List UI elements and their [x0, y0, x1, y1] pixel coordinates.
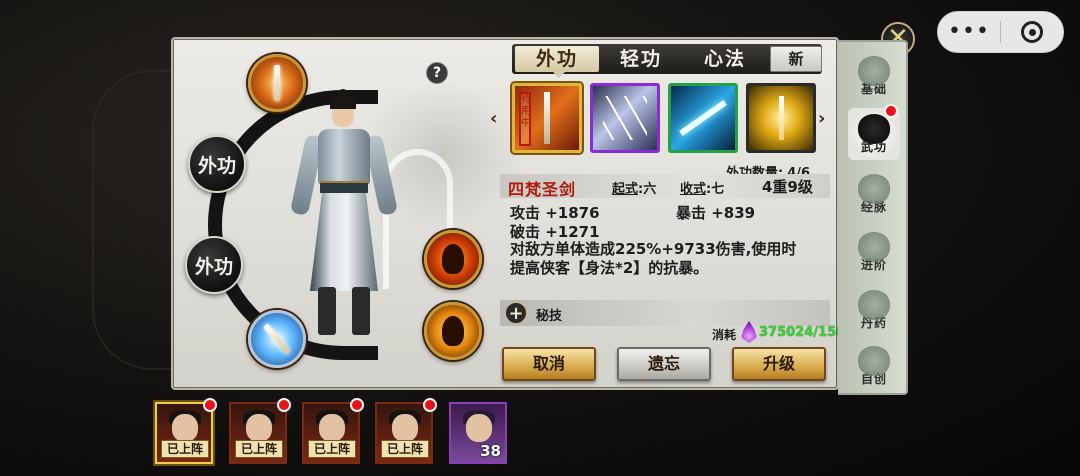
side-tab-self-create[interactable]: 自创 [848, 340, 900, 392]
red-sword-stamp-icon [544, 92, 550, 144]
skill-icon-triple-blades[interactable] [590, 83, 660, 153]
notification-dot [203, 398, 217, 412]
skill-icon-row: 待用中 [512, 83, 816, 155]
blue-streak-sword-icon [679, 100, 727, 136]
crit-stat: 暴击 +839 [676, 204, 756, 222]
end-form-label: 收式 [680, 182, 707, 197]
hero-portrait[interactable]: 已上阵 [229, 398, 291, 464]
deployed-badge: 已上阵 [235, 440, 283, 458]
meditation-silhouette-icon [442, 316, 464, 346]
character-leg [318, 287, 336, 335]
upgrade-button[interactable]: 升级 [732, 347, 826, 381]
description-line: 对敌方单体造成225%+9733伤害,使用时 [510, 240, 797, 258]
secret-technique-label: 秘技 [536, 309, 563, 324]
avatar [392, 414, 418, 442]
cancel-button[interactable]: 取消 [502, 347, 596, 381]
side-tab-basics[interactable]: 基础 [848, 50, 900, 102]
skill-start-form: 起式:六 [612, 178, 656, 197]
hero-portrait[interactable]: 38 [449, 402, 507, 464]
avatar [319, 414, 345, 442]
golden-sword-icon [778, 96, 784, 140]
new-button[interactable]: 新 [770, 46, 822, 72]
forget-button[interactable]: 遗忘 [617, 347, 711, 381]
outer-skill-slot-1-button[interactable]: 外功 [188, 135, 246, 193]
description-line: 提高侠客【身法*2】的抗暴。 [510, 259, 709, 277]
tab-outer-skill[interactable]: 外功 [515, 46, 599, 78]
notification-dot [884, 104, 898, 118]
elixir-icon [857, 289, 891, 320]
attack-stat: 攻击 +1876 [510, 204, 600, 222]
deployed-badge: 已上阵 [161, 440, 209, 458]
target-icon [1021, 21, 1043, 43]
meridian-icon [857, 173, 891, 204]
add-secret-technique-button[interactable]: + [505, 302, 527, 324]
character-leg [352, 287, 370, 335]
avatar [172, 414, 198, 442]
side-tab-advance[interactable]: 进阶 [848, 226, 900, 278]
ice-slash-icon [263, 323, 291, 355]
hero-portrait[interactable]: 已上阵 [155, 398, 217, 464]
hero-character [289, 89, 399, 340]
character-robe [310, 191, 378, 291]
start-form-value: :六 [638, 182, 657, 197]
hero-portrait[interactable]: 已上阵 [375, 398, 437, 464]
pierce-stat: 破击 +1271 [510, 223, 600, 241]
deployed-badge: 已上阵 [308, 440, 356, 458]
skill-icon-red-sword[interactable]: 待用中 [512, 83, 582, 153]
character-belt [320, 181, 368, 193]
advance-icon [857, 231, 891, 262]
skill-end-form: 收式:七 [680, 178, 724, 197]
hero-portrait[interactable]: 已上阵 [302, 398, 364, 464]
scroll-right-arrow-icon[interactable]: › [818, 108, 825, 129]
hero-level: 38 [480, 442, 501, 460]
basics-icon [857, 55, 891, 86]
more-menu-button[interactable]: ••• [938, 11, 1000, 53]
triple-blades-icon [603, 96, 647, 140]
character-torso [318, 129, 370, 185]
help-icon[interactable]: ? [426, 62, 448, 84]
outer-skill-slot-2-button[interactable]: 外功 [185, 236, 243, 294]
skill-icon-blue-streak[interactable] [668, 83, 738, 153]
in-use-stamp: 待用中 [519, 92, 531, 146]
notification-dot [423, 398, 437, 412]
side-tab-elixir[interactable]: 丹药 [848, 284, 900, 336]
side-tab-label: 武功 [860, 139, 887, 154]
deployed-badge: 已上阵 [381, 440, 429, 458]
tab-inner-method[interactable]: 心法 [683, 44, 767, 74]
avatar [466, 414, 492, 442]
close-miniprogram-button[interactable] [1001, 21, 1063, 43]
skill-name: 四梵圣剑 [508, 180, 577, 199]
self-create-icon [857, 345, 891, 376]
skill-level: 4重9级 [762, 178, 813, 196]
skill-description: 对敌方单体造成225%+9733伤害,使用时 提高侠客【身法*2】的抗暴。 [510, 240, 830, 278]
fire-skill-orb[interactable] [424, 230, 482, 288]
end-form-value: :七 [706, 182, 725, 197]
tab-lightness-skill[interactable]: 轻功 [599, 44, 683, 74]
skill-icon-golden-sword[interactable] [746, 83, 816, 153]
miniprogram-capsule: ••• [937, 11, 1064, 53]
sword-icon [274, 65, 280, 101]
side-tab-meridian[interactable]: 经脉 [848, 168, 900, 220]
start-form-label: 起式 [612, 182, 639, 197]
fighter-silhouette-icon [442, 244, 464, 274]
inner-energy-skill-orb[interactable] [424, 302, 482, 360]
scroll-left-arrow-icon[interactable]: ‹ [490, 108, 497, 129]
notification-dot [277, 398, 291, 412]
avatar [246, 414, 272, 442]
consume-label: 消耗 [712, 328, 737, 342]
character-hair-bun [338, 89, 348, 98]
notification-dot [350, 398, 364, 412]
